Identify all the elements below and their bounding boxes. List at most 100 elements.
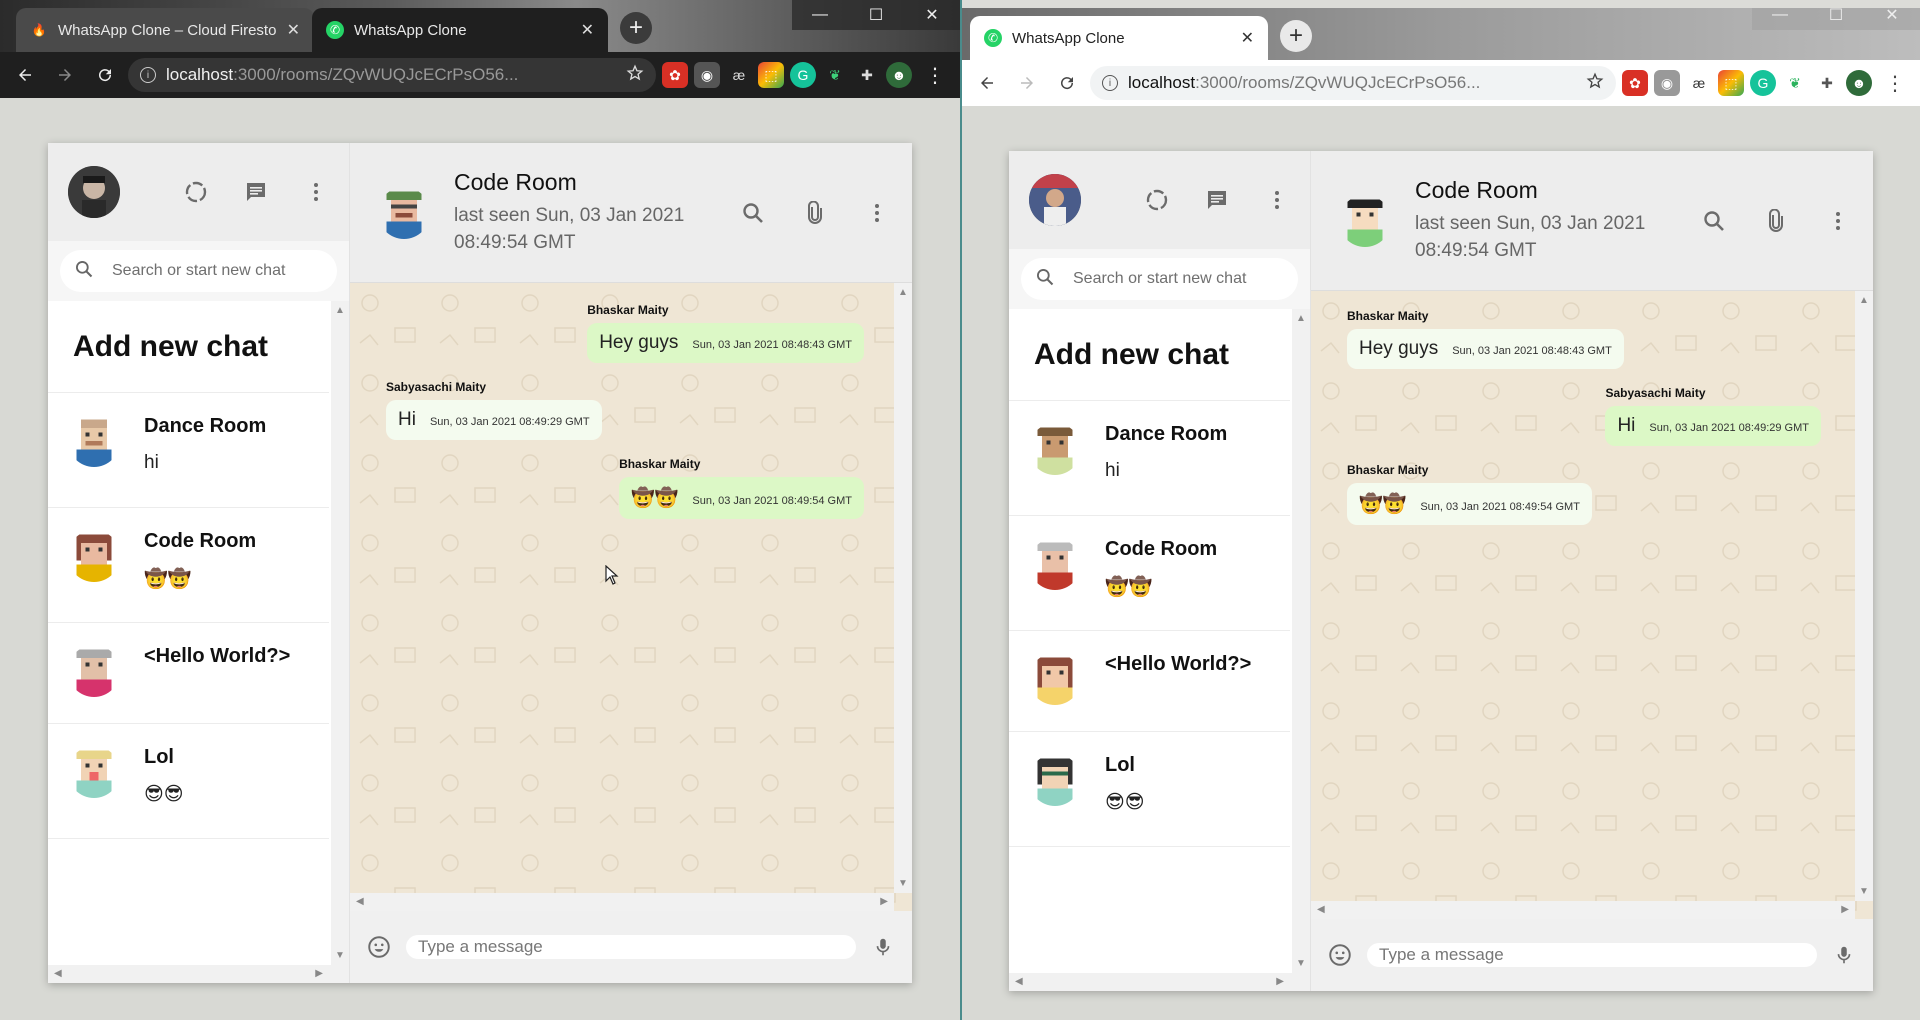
site-info-icon[interactable]: i [140, 67, 156, 83]
camera-extension-icon[interactable]: ◉ [1654, 70, 1680, 96]
chat-list: Add new chat Dance Room hi Code Room 🤠🤠 … [1009, 309, 1310, 991]
room-avatar[interactable] [1339, 194, 1391, 247]
address-bar[interactable]: i localhost:3000/rooms/ZQvWUQJcECrPsO56.… [128, 58, 656, 92]
tab-close-icon[interactable]: ✕ [1241, 28, 1254, 48]
chat-item-hello-world[interactable]: <Hello World?> [48, 623, 329, 724]
chat-item-lol[interactable]: Lol 😎😎 [1009, 732, 1290, 847]
horizontal-scrollbar[interactable]: ◀ ▶ [48, 965, 349, 983]
search-icon[interactable] [1701, 208, 1727, 234]
chat-item-code-room[interactable]: Code Room 🤠🤠 [48, 508, 329, 623]
chat-item-lol[interactable]: Lol 😎😎 [48, 724, 329, 839]
tab-firestore[interactable]: 🔥 WhatsApp Clone – Cloud Firestor ✕ [16, 8, 314, 52]
message-input[interactable] [1367, 943, 1817, 967]
profile-avatar[interactable]: ☻ [1846, 70, 1872, 96]
message-time: Sun, 03 Jan 2021 08:48:43 GMT [1452, 345, 1612, 357]
camera-extension-icon[interactable]: ◉ [694, 62, 720, 88]
attach-icon[interactable] [1763, 208, 1789, 234]
message-sender: Bhaskar Maity [1347, 463, 1429, 477]
site-info-icon[interactable]: i [1102, 75, 1118, 91]
tab-whatsapp-clone[interactable]: ✆ WhatsApp Clone ✕ [970, 16, 1268, 60]
address-bar[interactable]: i localhost:3000/rooms/ZQvWUQJcECrPsO56.… [1090, 66, 1616, 100]
mic-icon[interactable] [870, 934, 896, 960]
add-new-chat-button[interactable]: Add new chat [1009, 309, 1290, 401]
attach-icon[interactable] [802, 200, 828, 226]
new-tab-button[interactable]: + [1280, 20, 1312, 52]
horizontal-scrollbar[interactable]: ◀ ▶ [350, 893, 894, 911]
sidebar-header [1009, 151, 1310, 249]
emoji-icon[interactable] [1327, 942, 1353, 968]
browser-menu-icon[interactable]: ⋮ [918, 58, 952, 92]
forward-arrow-icon[interactable] [1010, 66, 1044, 100]
search-icon[interactable] [740, 200, 766, 226]
more-vert-icon[interactable] [1264, 187, 1290, 213]
chat-item-dance-room[interactable]: Dance Room hi [1009, 401, 1290, 516]
more-vert-icon[interactable] [864, 200, 890, 226]
close-window-button[interactable]: ✕ [904, 0, 960, 30]
chat-bubble-icon[interactable] [243, 179, 269, 205]
more-vert-icon[interactable] [1825, 208, 1851, 234]
search-input[interactable] [1073, 270, 1284, 288]
chat-item-code-room[interactable]: Code Room 🤠🤠 [1009, 516, 1290, 631]
url-host: localhost [166, 65, 234, 84]
mic-icon[interactable] [1831, 942, 1857, 968]
chat-bubble-icon[interactable] [1204, 187, 1230, 213]
browser-menu-icon[interactable]: ⋮ [1878, 66, 1912, 100]
maximize-button[interactable]: ☐ [1808, 8, 1864, 30]
close-window-button[interactable]: ✕ [1864, 8, 1920, 30]
reload-icon[interactable] [88, 58, 122, 92]
back-arrow-icon[interactable] [970, 66, 1004, 100]
vertical-scrollbar[interactable]: ▲ ▼ [1855, 291, 1873, 901]
grammarly-icon[interactable]: G [790, 62, 816, 88]
search-icon [1035, 267, 1055, 292]
color-extension-icon[interactable]: ⬚ [1718, 70, 1744, 96]
puzzle-extensions-icon[interactable]: ✚ [854, 62, 880, 88]
message-text: Hi [398, 409, 416, 430]
ae-extension-icon[interactable]: æ [726, 62, 752, 88]
add-new-chat-button[interactable]: Add new chat [48, 301, 329, 393]
chat-item-dance-room[interactable]: Dance Room hi [48, 393, 329, 508]
mouse-cursor [605, 564, 619, 590]
minimize-button[interactable]: — [1752, 8, 1808, 30]
avatar[interactable] [1029, 174, 1081, 226]
forward-arrow-icon[interactable] [48, 58, 82, 92]
back-arrow-icon[interactable] [8, 58, 42, 92]
more-vert-icon[interactable] [303, 179, 329, 205]
puzzle-extensions-icon[interactable]: ✚ [1814, 70, 1840, 96]
extension-icon[interactable]: ✿ [662, 62, 688, 88]
reload-icon[interactable] [1050, 66, 1084, 100]
tab-close-icon[interactable]: ✕ [581, 20, 594, 40]
last-seen: last seen Sun, 03 Jan 2021 08:49:54 GMT [454, 205, 685, 253]
status-ring-icon[interactable] [1144, 187, 1170, 213]
vertical-scrollbar[interactable]: ▲ ▼ [894, 283, 912, 893]
tab-whatsapp-clone[interactable]: ✆ WhatsApp Clone ✕ [312, 8, 608, 52]
horizontal-scrollbar[interactable]: ◀ ▶ [1311, 901, 1855, 919]
tab-close-icon[interactable]: ✕ [287, 20, 300, 40]
status-ring-icon[interactable] [183, 179, 209, 205]
star-icon[interactable] [626, 64, 644, 87]
room-avatar[interactable] [378, 186, 430, 239]
avatar[interactable] [68, 166, 120, 218]
vertical-scrollbar[interactable]: ▲ ▼ [331, 301, 349, 965]
ae-extension-icon[interactable]: æ [1686, 70, 1712, 96]
browser-toolbar: i localhost:3000/rooms/ZQvWUQJcECrPsO56.… [0, 52, 960, 98]
chat-item-hello-world[interactable]: <Hello World?> [1009, 631, 1290, 732]
vertical-scrollbar[interactable]: ▲ ▼ [1292, 309, 1310, 973]
extension-icon[interactable]: ✿ [1622, 70, 1648, 96]
search-input[interactable] [112, 262, 323, 280]
room-avatar [68, 530, 120, 582]
color-extension-icon[interactable]: ⬚ [758, 62, 784, 88]
star-icon[interactable] [1586, 72, 1604, 95]
message-bubble: 🤠🤠 Sun, 03 Jan 2021 08:49:54 GMT [1347, 483, 1592, 525]
maximize-button[interactable]: ☐ [848, 0, 904, 30]
new-tab-button[interactable]: + [620, 12, 652, 44]
leaf-extension-icon[interactable]: ❦ [1782, 70, 1808, 96]
message-input[interactable] [406, 935, 856, 959]
horizontal-scrollbar[interactable]: ◀ ▶ [1009, 973, 1310, 991]
message-bubble: Hey guys Sun, 03 Jan 2021 08:48:43 GMT [587, 323, 864, 363]
emoji-icon[interactable] [366, 934, 392, 960]
profile-avatar[interactable]: ☻ [886, 62, 912, 88]
leaf-extension-icon[interactable]: ❦ [822, 62, 848, 88]
minimize-button[interactable]: — [792, 0, 848, 30]
search-box [60, 250, 337, 292]
grammarly-icon[interactable]: G [1750, 70, 1776, 96]
